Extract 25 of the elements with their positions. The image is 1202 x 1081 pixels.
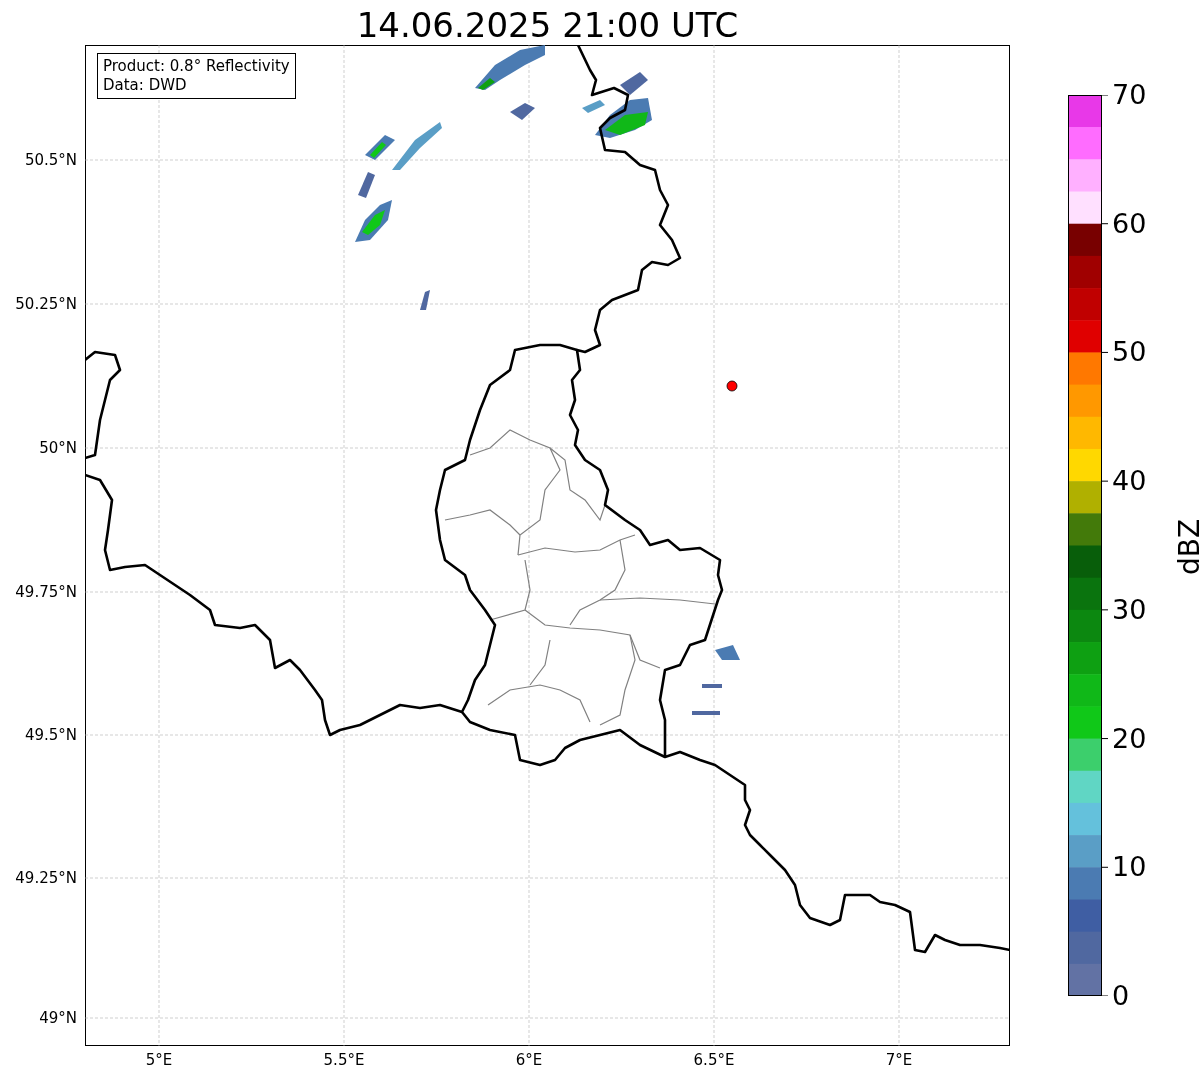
axis-tick-label: 5°E bbox=[144, 1051, 174, 1069]
colorbar-tick-label: 10 bbox=[1112, 851, 1147, 884]
figure-title: 14.06.2025 21:00 UTC bbox=[355, 4, 740, 47]
colorbar-tick-label: 20 bbox=[1112, 722, 1147, 755]
legend-text: Product: 0.8° Reflectivity bbox=[103, 57, 290, 76]
axis-tick-label: 50.5°N bbox=[24, 151, 77, 169]
axis-tick-label: 5.5°E bbox=[322, 1051, 366, 1069]
axis-tick-label: 50°N bbox=[39, 439, 77, 457]
axis-tick-label: 7°E bbox=[884, 1051, 914, 1069]
station-marker bbox=[726, 380, 738, 392]
colorbar-tick-label: 30 bbox=[1112, 593, 1147, 626]
legend-text: Data: DWD bbox=[103, 76, 188, 95]
axis-tick-label: 49.5°N bbox=[24, 726, 77, 744]
axis-tick-label: 6.5°E bbox=[692, 1051, 736, 1069]
axis-tick-label: 49.75°N bbox=[15, 583, 77, 601]
colorbar-tick-label: 60 bbox=[1112, 207, 1147, 240]
colorbar-tick-label: 70 bbox=[1112, 79, 1147, 111]
colorbar-label: dBZ bbox=[1173, 518, 1202, 576]
colorbar-tick-label: 0 bbox=[1112, 980, 1130, 1012]
axis-tick-label: 49°N bbox=[39, 1009, 77, 1027]
axis-tick-label: 49.25°N bbox=[15, 869, 77, 887]
axis-tick-label: 6°E bbox=[514, 1051, 544, 1069]
colorbar-tick-label: 50 bbox=[1112, 336, 1147, 369]
axis-tick-label: 50.25°N bbox=[15, 295, 77, 313]
colorbar-tick-label: 40 bbox=[1112, 465, 1147, 498]
